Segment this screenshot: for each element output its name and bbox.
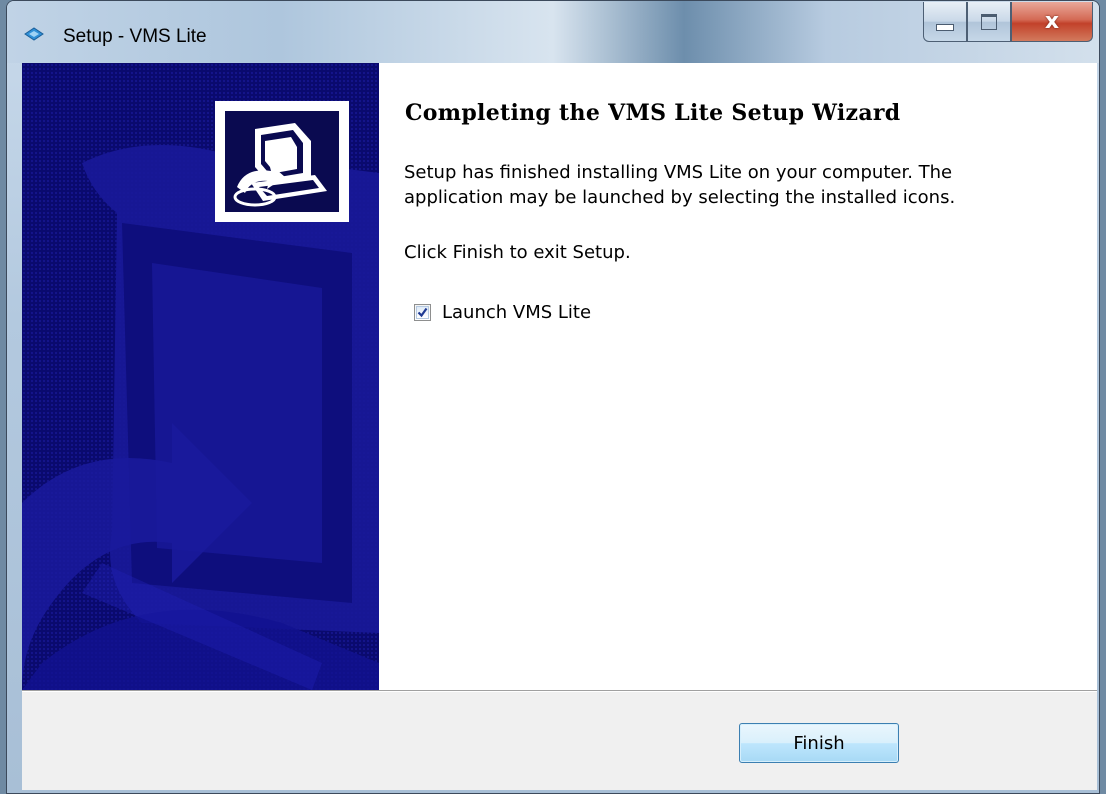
launch-checkbox-label[interactable]: Launch VMS Lite [442,302,591,323]
computer-install-icon [215,101,349,222]
title-bar[interactable]: Setup - VMS Lite x [7,1,1099,63]
setup-wizard-banner [22,63,379,690]
minimize-icon [936,24,954,31]
checkmark-icon [417,307,428,318]
setup-window: Setup - VMS Lite x Completing the VMS Li… [6,0,1100,794]
maximize-icon [981,13,997,30]
wizard-content-panel: Completing the VMS Lite Setup Wizard Set… [379,63,1097,690]
window-title: Setup - VMS Lite [63,26,207,47]
wizard-description: Setup has finished installing VMS Lite o… [404,162,956,208]
wizard-client-area: Completing the VMS Lite Setup Wizard Set… [22,63,1097,790]
maximize-button[interactable] [967,2,1011,42]
setup-app-icon [24,27,44,41]
wizard-hint: Click Finish to exit Setup. [404,242,631,263]
launch-checkbox-row[interactable]: Launch VMS Lite [414,302,591,323]
wizard-heading: Completing the VMS Lite Setup Wizard [405,100,901,126]
close-icon: x [1044,9,1060,34]
launch-checkbox[interactable] [414,304,431,321]
finish-button[interactable]: Finish [739,723,899,763]
footer-separator [22,690,1097,692]
minimize-button[interactable] [923,2,967,42]
checkbox-box [416,306,429,319]
caption-buttons: x [923,2,1093,44]
close-button[interactable]: x [1011,2,1093,42]
